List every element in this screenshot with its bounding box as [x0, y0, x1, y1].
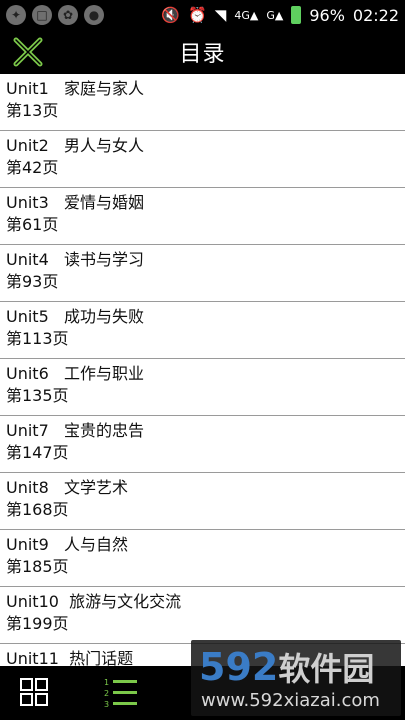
wifi-icon: ◥	[214, 6, 227, 24]
page-title: 目录	[179, 42, 226, 67]
toc-item-page: 第168页	[6, 500, 69, 519]
toc-item-page: 第61页	[6, 215, 59, 234]
signal-icon-2: G▲	[266, 8, 284, 22]
alarm-icon: ⏰	[188, 6, 207, 24]
toc-item-title: Unit8 文学艺术	[6, 478, 129, 497]
toc-item-page: 第93页	[6, 272, 59, 291]
toc-item-page: 第42页	[6, 158, 59, 177]
svg-text:2: 2	[104, 689, 109, 698]
toc-item-title: Unit4 读书与学习	[6, 250, 145, 269]
toc-item[interactable]: Unit5 成功与失败 第113页	[0, 302, 405, 359]
notification-icons: ✦ □ ✿ ●	[6, 5, 104, 25]
notification-icon-2: □	[32, 5, 52, 25]
toc-list: Unit1 家庭与家人 第13页 Unit2 男人与女人 第42页 Unit3 爱情与婚…	[0, 74, 405, 666]
toc-item[interactable]: Unit4 读书与学习 第93页	[0, 245, 405, 302]
toc-item-page: 第185页	[6, 557, 69, 576]
network-g-label: G	[266, 8, 275, 22]
mute-icon: 🔇	[161, 6, 181, 24]
toc-item-title: Unit6 工作与职业	[6, 364, 145, 383]
battery-percent: 96%	[309, 5, 345, 25]
system-icons: 🔇 ⏰ ◥ 4G▲ G▲ 96% 02:22	[161, 6, 399, 25]
toc-item[interactable]: Unit6 工作与职业 第135页	[0, 359, 405, 416]
grid-icon	[20, 678, 48, 706]
toc-item[interactable]: Unit10 旅游与文化交流 第199页	[0, 587, 405, 644]
watermark-brand-text: 软件园	[278, 650, 375, 688]
watermark-logo: 592软件园 www.592xiazai.com	[191, 640, 401, 716]
watermark-brand: 592软件园	[199, 644, 374, 690]
toc-item-title: Unit2 男人与女人	[6, 136, 145, 155]
notification-icon-3: ✿	[58, 5, 78, 25]
network-4g-label: 4G	[234, 8, 250, 22]
grid-view-button[interactable]	[20, 678, 48, 706]
wechat-icon: ●	[84, 5, 104, 25]
toc-item-title: Unit3 爱情与婚姻	[6, 193, 145, 212]
clock: 02:22	[352, 5, 399, 25]
close-button[interactable]	[10, 34, 46, 70]
toc-item-page: 第113页	[6, 329, 69, 348]
toc-item-page: 第135页	[6, 386, 69, 405]
numbered-list-icon: 1 2 3	[104, 678, 137, 709]
list-view-button[interactable]: 1 2 3	[104, 676, 138, 710]
toc-item[interactable]: Unit8 文学艺术 第168页	[0, 473, 405, 530]
toc-item[interactable]: Unit2 男人与女人 第42页	[0, 131, 405, 188]
toc-item-title: Unit1 家庭与家人	[6, 79, 145, 98]
toc-item-title: Unit10 旅游与文化交流	[6, 592, 182, 611]
watermark-brand-number: 592	[199, 645, 279, 689]
toc-item-title: Unit9 人与自然	[6, 535, 129, 554]
svg-text:3: 3	[104, 700, 109, 709]
toc-item-title: Unit5 成功与失败	[6, 307, 145, 326]
toc-item-page: 第13页	[6, 101, 59, 120]
toc-item-page: 第147页	[6, 443, 69, 462]
toc-item-page: 第199页	[6, 614, 69, 633]
signal-icon: 4G▲	[234, 8, 259, 22]
toc-item[interactable]: Unit9 人与自然 第185页	[0, 530, 405, 587]
toc-item[interactable]: Unit3 爱情与婚姻 第61页	[0, 188, 405, 245]
toc-item[interactable]: Unit7 宝贵的忠告 第147页	[0, 416, 405, 473]
app-bar: 目录	[0, 30, 405, 74]
toc-item[interactable]: Unit1 家庭与家人 第13页	[0, 74, 405, 131]
svg-text:1: 1	[104, 678, 109, 687]
notification-icon-1: ✦	[6, 5, 26, 25]
status-bar: ✦ □ ✿ ● 🔇 ⏰ ◥ 4G▲ G▲ 96% 02:22	[0, 0, 405, 30]
battery-icon	[291, 6, 302, 24]
close-icon	[13, 37, 43, 67]
toc-item-title: Unit7 宝贵的忠告	[6, 421, 145, 440]
watermark-url: www.592xiazai.com	[201, 690, 380, 711]
